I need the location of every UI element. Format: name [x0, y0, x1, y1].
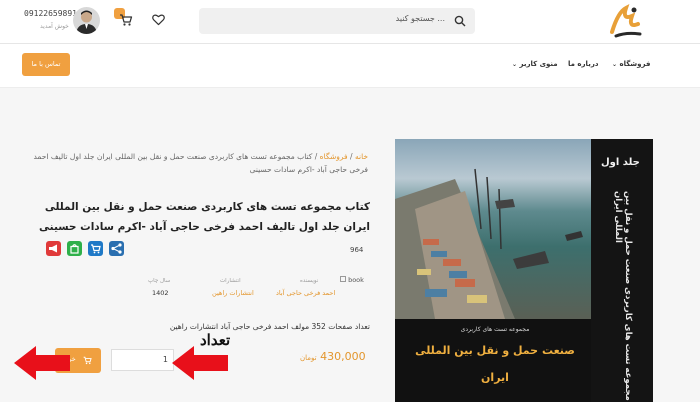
phone-number[interactable]: 09122659891: [24, 9, 77, 18]
wishlist-heart-icon[interactable]: [152, 13, 165, 26]
search-icon[interactable]: [454, 15, 466, 27]
chevron-down-icon: ⌄: [612, 61, 618, 68]
price-unit: تومان: [300, 354, 317, 362]
port-illustration: [395, 168, 583, 319]
nav-item-user-menu-label: منوی کاربر: [519, 60, 558, 68]
quantity-value: 1: [162, 355, 168, 364]
breadcrumb: خانه / فروشگاه / کتاب مجموعه تست های کار…: [24, 150, 368, 176]
nav-item-about-label: درباره ما: [568, 60, 599, 68]
year-value: 1402: [152, 289, 169, 297]
book-thumbnail: book: [340, 276, 364, 284]
share-icon[interactable]: [109, 241, 124, 256]
nav-item-about[interactable]: درباره ما: [568, 60, 598, 68]
user-avatar-icon: [76, 10, 97, 34]
page: { "header": { "phone": "09122659891", "w…: [0, 0, 700, 402]
author-label: نویسنده: [300, 278, 319, 284]
brand-logo[interactable]: [604, 2, 648, 40]
megaphone-icon[interactable]: [46, 241, 61, 256]
chevron-down-icon: ⌄: [512, 61, 518, 68]
book-cover-title-line2: ایران: [481, 371, 509, 384]
breadcrumb-current: کتاب مجموعه تست های کاربردی صنعت حمل و ن…: [33, 152, 368, 174]
search-placeholder: ... جستجو کنید: [395, 14, 445, 23]
add-to-cart-icon[interactable]: [88, 241, 103, 256]
right-arrow-annotation: [172, 346, 228, 380]
breadcrumb-separator: /: [350, 152, 353, 161]
product-price: 430,000 تومان: [300, 350, 366, 363]
contact-us-button[interactable]: تماس با ما: [22, 53, 70, 76]
port-photo: [395, 139, 591, 319]
breadcrumb-separator: /: [314, 152, 318, 161]
nav-item-shop[interactable]: فروشگاه ⌄: [612, 60, 650, 68]
book-cover-subtitle: مجموعه تست های کاربردی: [460, 326, 530, 333]
search-box[interactable]: ... جستجو کنید: [199, 8, 475, 34]
book-cover-title-line1: صنعت حمل و نقل بین المللی: [415, 344, 575, 357]
price-value: 430,000: [320, 350, 366, 363]
product-image[interactable]: جلد اول مجموعه تست های کاربردی صنعت حمل …: [395, 139, 653, 402]
cart-icon: [83, 356, 92, 365]
shop-bag-icon[interactable]: [67, 241, 82, 256]
year-label: سال چاپ: [148, 278, 171, 284]
breadcrumb-home[interactable]: خانه: [355, 152, 368, 161]
publisher-label: انتشارات: [220, 278, 241, 284]
book-thumbnail-alt: book: [348, 276, 364, 284]
product-description: تعداد صفحات 352 مولف احمد فرخی حاجی آباد…: [169, 322, 370, 331]
quantity-input[interactable]: 1: [111, 349, 174, 371]
cart-icon[interactable]: [119, 13, 133, 27]
user-avatar[interactable]: [73, 7, 100, 34]
broken-image-icon: [340, 276, 346, 282]
book-volume-label: جلد اول: [601, 157, 640, 168]
product-title: کتاب مجموعه تست های کاربردی صنعت حمل و ن…: [39, 201, 370, 233]
left-arrow-annotation: [14, 346, 70, 380]
product-code: 964: [350, 246, 364, 254]
publisher-value[interactable]: انتشارات راهین: [212, 289, 254, 297]
nav-item-shop-label: فروشگاه: [619, 60, 651, 68]
book-spine-title: مجموعه تست های کاربردی صنعت حمل و نقل بی…: [613, 191, 633, 401]
breadcrumb-shop[interactable]: فروشگاه: [320, 152, 348, 161]
welcome-text: خوش آمدید: [40, 23, 69, 30]
nav-item-user-menu[interactable]: منوی کاربر ⌄: [512, 60, 558, 68]
author-value[interactable]: احمد فرخی حاجی آباد: [276, 289, 335, 297]
